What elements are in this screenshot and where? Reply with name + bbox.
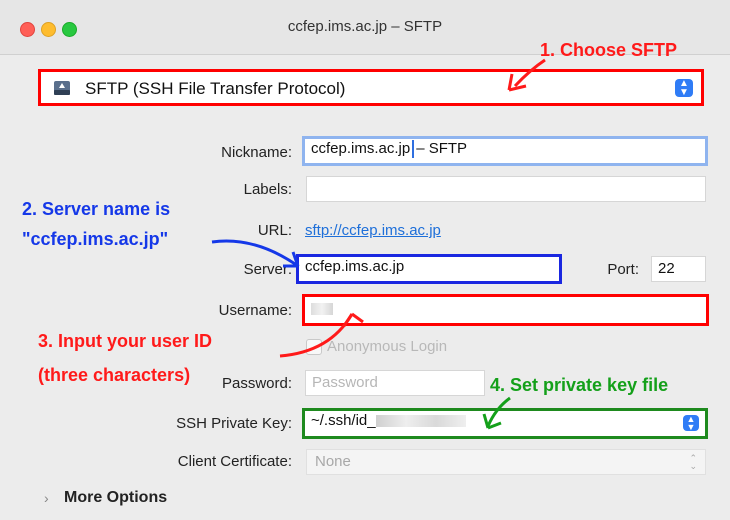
arrow-step4 (486, 396, 511, 427)
arrow-step1 (513, 58, 546, 88)
arrowhead-step3 (342, 312, 364, 327)
annotation-arrows (211, 58, 546, 430)
arrow-step2 (211, 239, 299, 268)
arrow-step3 (279, 313, 354, 358)
connection-window: ccfep.ims.ac.jp – SFTP 1. Choose SFTP SF… (0, 0, 730, 520)
